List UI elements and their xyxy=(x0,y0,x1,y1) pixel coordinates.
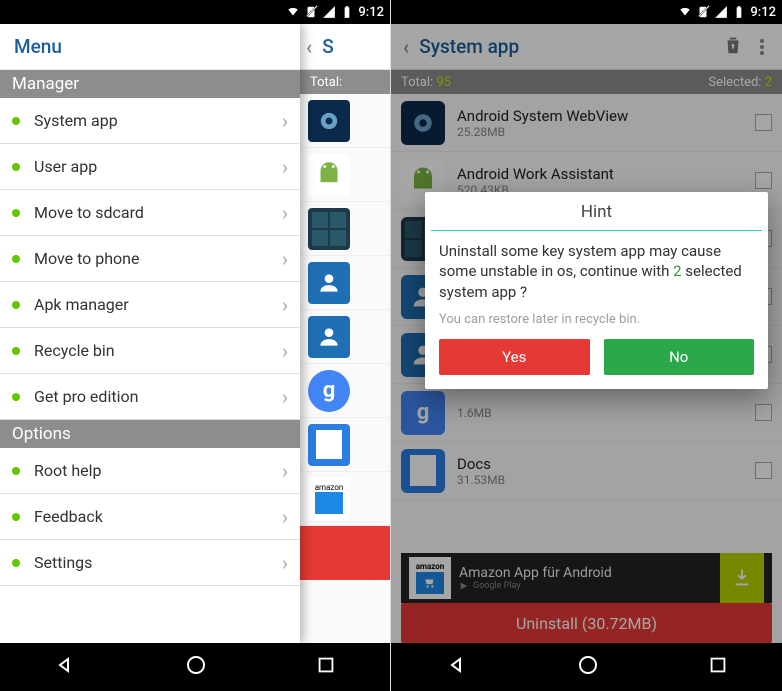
wifi-icon xyxy=(286,5,300,19)
clock-text: 9:12 xyxy=(358,5,384,20)
recents-nav-icon[interactable] xyxy=(707,654,729,680)
menu-item-apk-manager[interactable]: Apk manager › xyxy=(0,282,300,328)
nav-bar xyxy=(391,643,782,691)
chevron-right-icon: › xyxy=(282,155,288,179)
menu-item-move-phone[interactable]: Move to phone › xyxy=(0,236,300,282)
clock-text: 9:12 xyxy=(750,5,776,20)
action-bar: ‹ S xyxy=(300,24,390,70)
menu-item-label: Get pro edition xyxy=(34,387,138,406)
dialog-subtext: You can restore later in recycle bin. xyxy=(425,312,768,339)
menu-item-label: System app xyxy=(34,111,118,130)
chevron-right-icon: › xyxy=(282,247,288,271)
list-item[interactable] xyxy=(300,310,390,364)
menu-item-move-sdcard[interactable]: Move to sdcard › xyxy=(0,190,300,236)
menu-item-settings[interactable]: Settings › xyxy=(0,540,300,586)
menu-item-label: Feedback xyxy=(34,507,103,526)
app-icon xyxy=(308,262,350,304)
menu-item-label: Root help xyxy=(34,461,101,480)
app-icon: g xyxy=(308,370,350,412)
yes-button[interactable]: Yes xyxy=(439,339,590,375)
app-icon xyxy=(308,208,350,250)
menu-item-system-app[interactable]: System app › xyxy=(0,98,300,144)
list-item[interactable] xyxy=(300,202,390,256)
list-item[interactable] xyxy=(300,256,390,310)
hint-dialog: Hint Uninstall some key system app may c… xyxy=(425,192,768,389)
home-nav-icon[interactable] xyxy=(184,653,208,681)
selected-count: 2 xyxy=(673,262,681,280)
brand-text: amazon xyxy=(315,483,344,492)
chevron-right-icon: › xyxy=(282,201,288,225)
dialog-body: Uninstall some key system app may cause … xyxy=(425,241,768,312)
back-icon[interactable]: ‹ xyxy=(306,35,312,59)
home-nav-icon[interactable] xyxy=(576,653,600,681)
recents-nav-icon[interactable] xyxy=(315,654,337,680)
menu-title: Menu xyxy=(0,24,300,70)
app-icon xyxy=(308,316,350,358)
menu-item-root-help[interactable]: Root help › xyxy=(0,448,300,494)
chevron-right-icon: › xyxy=(282,385,288,409)
battery-icon xyxy=(340,5,354,19)
app-icon xyxy=(308,424,350,466)
chevron-right-icon: › xyxy=(282,551,288,575)
list-item[interactable]: amazon xyxy=(300,472,390,526)
list-item[interactable]: g xyxy=(300,364,390,418)
total-label: Total: xyxy=(310,75,342,90)
back-nav-icon[interactable] xyxy=(53,653,77,681)
chevron-right-icon: › xyxy=(282,505,288,529)
no-button[interactable]: No xyxy=(604,339,755,375)
menu-item-label: Move to sdcard xyxy=(34,203,144,222)
signal-icon xyxy=(714,5,728,19)
page-title: S xyxy=(322,35,334,58)
menu-item-pro-edition[interactable]: Get pro edition › xyxy=(0,374,300,420)
list-item[interactable] xyxy=(300,94,390,148)
menu-item-label: Apk manager xyxy=(34,295,129,314)
section-manager: Manager xyxy=(0,70,300,98)
dialog-title: Hint xyxy=(425,192,768,230)
screen-left: 9:12 Menu Manager System app › User app › … xyxy=(0,0,391,691)
screen-right: 9:12 ‹ System app Total: 95 Selected: 2 … xyxy=(391,0,782,691)
wifi-icon xyxy=(678,5,692,19)
uninstall-peek[interactable] xyxy=(300,526,390,580)
chevron-right-icon: › xyxy=(282,293,288,317)
menu-item-recycle-bin[interactable]: Recycle bin › xyxy=(0,328,300,374)
nav-bar xyxy=(0,643,390,691)
status-bar: 9:12 xyxy=(0,0,390,24)
battery-icon xyxy=(732,5,746,19)
list-item[interactable] xyxy=(300,148,390,202)
menu-drawer: Menu Manager System app › User app › Move … xyxy=(0,24,300,643)
app-icon xyxy=(308,100,350,142)
content-peek: ‹ S Total: g amazon xyxy=(300,24,390,643)
menu-item-label: Settings xyxy=(34,553,92,572)
chevron-right-icon: › xyxy=(282,459,288,483)
no-sim-icon xyxy=(696,5,710,19)
menu-item-user-app[interactable]: User app › xyxy=(0,144,300,190)
menu-item-label: User app xyxy=(34,157,97,176)
section-options: Options xyxy=(0,420,300,448)
menu-item-label: Recycle bin xyxy=(34,341,115,360)
back-nav-icon[interactable] xyxy=(445,653,469,681)
list-item[interactable] xyxy=(300,418,390,472)
status-bar: 9:12 xyxy=(391,0,782,24)
app-icon xyxy=(308,154,350,196)
chevron-right-icon: › xyxy=(282,109,288,133)
signal-icon xyxy=(322,5,336,19)
menu-item-label: Move to phone xyxy=(34,249,140,268)
no-sim-icon xyxy=(304,5,318,19)
chevron-right-icon: › xyxy=(282,339,288,363)
menu-item-feedback[interactable]: Feedback › xyxy=(0,494,300,540)
counts-bar: Total: xyxy=(300,70,390,94)
